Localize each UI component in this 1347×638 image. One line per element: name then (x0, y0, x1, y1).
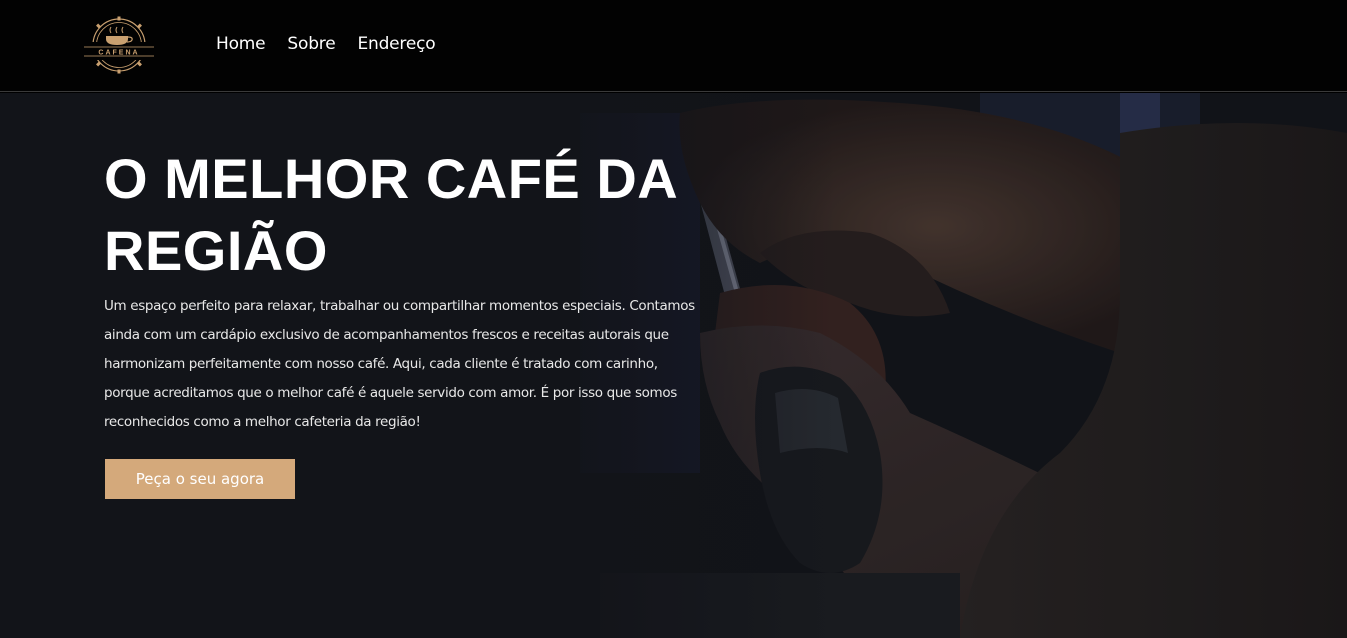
hero-title: O MELHOR CAFÉ DA REGIÃO (104, 147, 677, 282)
cafena-logo[interactable]: CAFENA (82, 14, 156, 76)
logo-wordmark: CAFENA (98, 50, 139, 57)
nav-sobre[interactable]: Sobre (287, 34, 335, 54)
site-header: CAFENA Home Sobre Endereço (0, 0, 1347, 92)
hero-section: O MELHOR CAFÉ DA REGIÃO Um espaço perfei… (0, 93, 1347, 638)
hero-description: Um espaço perfeito para relaxar, trabalh… (104, 298, 695, 430)
coffee-cup-gear-icon: CAFENA (83, 16, 155, 74)
order-now-button[interactable]: Peça o seu agora (105, 459, 295, 499)
main-nav: Home Sobre Endereço (216, 34, 436, 54)
nav-endereco[interactable]: Endereço (357, 34, 435, 54)
nav-home[interactable]: Home (216, 34, 266, 54)
